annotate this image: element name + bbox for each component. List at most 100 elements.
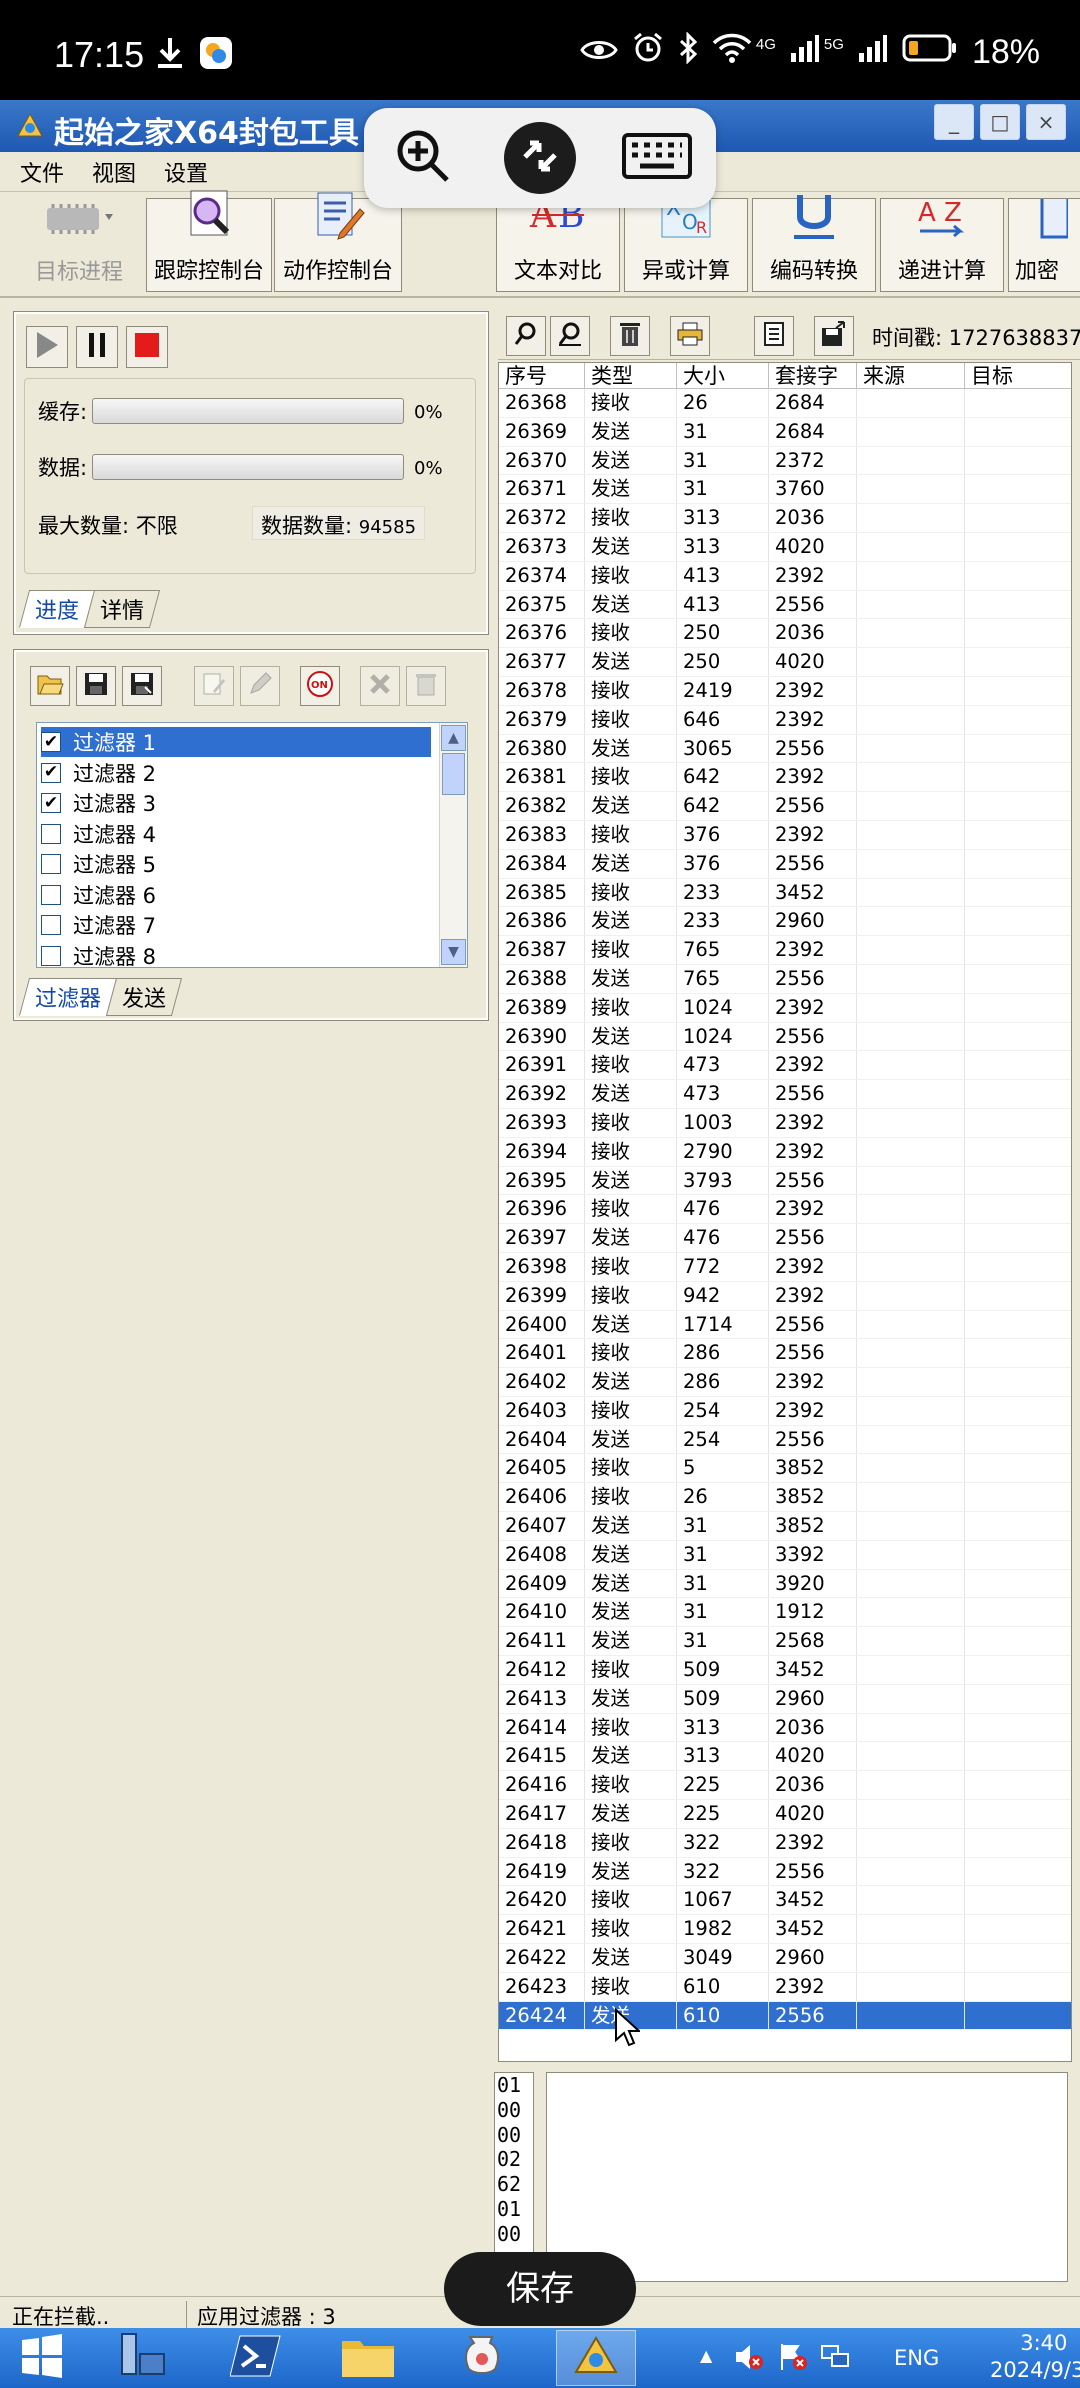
table-row[interactable]: 26387 接收 765 2392 [499,936,1071,965]
table-row[interactable]: 26377 发送 250 4020 [499,648,1071,677]
table-row[interactable]: 26406 接收 26 3852 [499,1483,1071,1513]
filter-scrollbar[interactable]: ▲ ▼ [439,723,467,967]
table-row[interactable]: 26422 发送 3049 2960 [499,1944,1071,1973]
filter-checkbox[interactable] [41,884,61,905]
table-row[interactable]: 26373 发送 313 4020 [499,532,1071,562]
taskbar-packet-tool-active[interactable] [556,2330,636,2386]
table-row[interactable]: 26371 发送 31 3760 [499,475,1071,505]
menu-settings[interactable]: 设置 [164,156,208,188]
table-row[interactable]: 26405 接收 5 3852 [499,1454,1071,1484]
table-row[interactable]: 26395 发送 3793 2556 [499,1166,1071,1196]
table-row[interactable]: 26412 接收 509 3452 [499,1656,1071,1685]
save-as-filter-button[interactable] [122,666,162,706]
table-row[interactable]: 26415 发送 313 4020 [499,1742,1071,1772]
table-row[interactable]: 26424 发送 610 2556 [499,2001,1071,2031]
open-filter-button[interactable] [30,666,70,706]
table-row[interactable]: 26390 发送 1024 2556 [499,1022,1071,1052]
export-button[interactable] [814,316,854,356]
filter-list[interactable]: ✔ 过滤器 1 ✔ 过滤器 2 ✔ 过滤器 3 过滤器 4 过滤器 5 过滤器 6 过滤器 7 过滤… [36,722,468,971]
edit-filter-button[interactable] [194,666,234,706]
pencil-filter-button[interactable] [240,666,280,706]
zoom-in-button[interactable] [387,122,459,194]
filter-item[interactable]: 过滤器 4 [41,819,431,849]
hex-bytes-column[interactable]: 01 00 00 02 62 01 00 [494,2072,534,2282]
table-row[interactable]: 26399 接收 942 2392 [499,1281,1071,1311]
table-row[interactable]: 26408 发送 31 3392 [499,1540,1071,1570]
hex-data-area[interactable] [546,2072,1068,2282]
table-row[interactable]: 26396 接收 476 2392 [499,1195,1071,1225]
table-row[interactable]: 26403 接收 254 2392 [499,1396,1071,1426]
table-row[interactable]: 26375 发送 413 2556 [499,590,1071,620]
encode-convert-button[interactable]: 编码转换 [752,195,876,292]
table-row[interactable]: 26388 发送 765 2556 [499,964,1071,994]
maximize-button[interactable]: □ [980,104,1020,140]
table-row[interactable]: 26389 接收 1024 2392 [499,993,1071,1023]
header-type[interactable]: 类型 [585,363,677,389]
filter-checkbox[interactable] [41,854,61,874]
trash-filter-button[interactable] [406,666,446,706]
table-row[interactable]: 26394 接收 2790 2392 [499,1137,1071,1167]
text-compare-button[interactable]: AB 文本对比 [496,195,620,292]
toggle-filter-button[interactable]: ON [300,666,340,706]
taskbar-app-jug[interactable] [454,2332,510,2384]
table-row[interactable]: 26423 接收 610 2392 [499,1972,1071,2002]
header-target[interactable]: 目标 [965,363,1071,389]
stop-button[interactable] [126,326,168,368]
keyboard-button[interactable] [621,122,693,194]
filter-checkbox[interactable]: ✔ [41,732,61,752]
table-row[interactable]: 26393 接收 1003 2392 [499,1108,1071,1138]
xor-calc-button[interactable]: XOR 异或计算 [624,192,748,292]
action-console-button[interactable]: 动作控制台 [274,192,402,292]
table-row[interactable]: 26368 接收 26 2684 [499,389,1071,418]
target-process-button[interactable]: 目标进程 [14,198,144,292]
table-row[interactable]: 26381 接收 642 2392 [499,763,1071,793]
table-row[interactable]: 26379 接收 646 2392 [499,705,1071,735]
scroll-up-button[interactable]: ▲ [441,725,466,751]
table-row[interactable]: 26397 发送 476 2556 [499,1224,1071,1253]
taskbar-network-app[interactable] [114,2332,170,2384]
filter-item[interactable]: 过滤器 8 [41,941,431,971]
table-row[interactable]: 26402 发送 286 2392 [499,1368,1071,1397]
table-row[interactable]: 26398 接收 772 2392 [499,1252,1071,1282]
tab-filters[interactable]: 过滤器 [18,978,118,1016]
header-source[interactable]: 来源 [857,363,965,389]
table-row[interactable]: 26391 接收 473 2392 [499,1051,1071,1081]
packet-table[interactable]: 序号 类型 大小 套接字 来源 目标 26368 接收 26 2684 26369 发送 3… [498,362,1072,2062]
table-row[interactable]: 26419 发送 322 2556 [499,1857,1071,1887]
table-row[interactable]: 26369 发送 31 2684 [499,417,1071,447]
table-row[interactable]: 26420 接收 1067 3452 [499,1886,1071,1916]
search-button[interactable] [506,316,546,356]
table-row[interactable]: 26417 发送 225 4020 [499,1800,1071,1829]
minimize-button[interactable]: _ [934,104,974,140]
filter-checkbox[interactable] [41,945,61,966]
tab-details[interactable]: 详情 [83,590,161,628]
table-row[interactable]: 26410 发送 31 1912 [499,1598,1071,1628]
table-row[interactable]: 26404 发送 254 2556 [499,1425,1071,1455]
filter-checkbox[interactable] [41,915,61,935]
trace-console-button[interactable]: 跟踪控制台 [146,190,272,292]
table-row[interactable]: 26414 接收 313 2036 [499,1713,1071,1743]
filter-checkbox[interactable]: ✔ [41,762,61,783]
table-row[interactable]: 26416 接收 225 2036 [499,1771,1071,1801]
encrypt-button[interactable]: 加密 [1008,198,1080,292]
tray-expand-icon[interactable]: ▲ [700,2346,712,2365]
table-row[interactable]: 26385 接收 233 3452 [499,878,1071,908]
table-row[interactable]: 26407 发送 31 3852 [499,1512,1071,1541]
close-button[interactable]: × [1026,104,1066,140]
filter-checkbox[interactable] [41,823,61,844]
table-row[interactable]: 26380 发送 3065 2556 [499,734,1071,764]
filter-packets-button[interactable] [670,316,710,356]
flag-alert-icon[interactable] [778,2342,808,2376]
speaker-muted-icon[interactable] [734,2342,764,2376]
table-row[interactable]: 26370 发送 31 2372 [499,446,1071,476]
taskbar-explorer[interactable] [340,2332,396,2384]
filter-item[interactable]: 过滤器 5 [41,849,431,879]
pause-button[interactable] [76,326,118,368]
copy-button[interactable] [754,316,794,356]
delete-filter-button[interactable] [360,666,400,706]
filter-item[interactable]: 过滤器 6 [41,880,431,910]
filter-item[interactable]: ✔ 过滤器 3 [41,788,431,818]
search-next-button[interactable] [550,316,590,356]
menu-view[interactable]: 视图 [92,156,136,188]
clear-button[interactable] [610,316,650,356]
